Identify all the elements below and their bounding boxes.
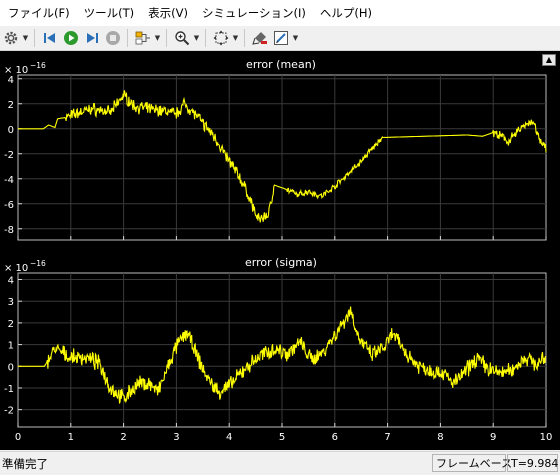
zoom-dropdown-icon[interactable]: ▼: [192, 28, 201, 48]
plot-axes: 43210-1-20 1 2 3 4 5 6 7 8 9 10: [4, 272, 553, 443]
y-exponent-power: −16: [30, 259, 46, 268]
zoom-icon[interactable]: [172, 28, 192, 48]
y-tick-label: 4: [8, 75, 14, 86]
toolbar-separator: [205, 29, 206, 47]
menu-view[interactable]: 表示(V): [141, 5, 195, 21]
toolbar-separator: [34, 29, 35, 47]
settings-dropdown-icon[interactable]: ▼: [21, 28, 30, 48]
fit-to-view-icon[interactable]: [211, 28, 231, 48]
y-exponent-power: −16: [30, 61, 46, 70]
y-tick-label: 3: [8, 297, 14, 308]
menu-file[interactable]: ファイル(F): [0, 5, 77, 21]
toolbar-separator: [127, 29, 128, 47]
gear-icon[interactable]: [1, 28, 21, 48]
scope-plot-canvas: error (mean) × 10 −16 error (sigma) × 10…: [4, 58, 553, 443]
plot-title: error (sigma): [245, 256, 317, 269]
x-tick-label: 10: [540, 432, 553, 443]
x-tick-label: 7: [384, 432, 390, 443]
status-bar: 準備完了 フレームベース T=9.984: [0, 451, 560, 475]
toolbar-separator: [244, 29, 245, 47]
y-tick-label: -6: [4, 200, 14, 211]
plot-axes: 4 2 0 -2 -4 -6 -8: [4, 74, 547, 241]
step-forward-icon[interactable]: [82, 28, 102, 48]
stop-icon[interactable]: [103, 28, 123, 48]
menu-tools[interactable]: ツール(T): [77, 5, 142, 21]
y-tick-label: -1: [4, 384, 14, 395]
style-dropdown-icon[interactable]: ▼: [291, 28, 300, 48]
y-tick-label: 2: [8, 100, 14, 111]
y-tick-label: 0: [8, 362, 14, 373]
x-tick-label: 3: [173, 432, 179, 443]
sample-mode-indicator: フレームベース: [432, 454, 512, 472]
x-tick-label: 4: [226, 432, 232, 443]
run-icon[interactable]: [61, 28, 81, 48]
x-tick-label: 5: [279, 432, 285, 443]
sim-time-indicator: T=9.984: [507, 454, 558, 472]
step-back-icon[interactable]: [40, 28, 60, 48]
plot-sigma: error (sigma) × 10 −16: [4, 256, 317, 274]
x-tick-label: 6: [332, 432, 338, 443]
status-text: 準備完了: [2, 457, 48, 471]
style-icon[interactable]: [271, 28, 291, 48]
y-tick-label: 0: [8, 125, 14, 136]
y-exponent-base: × 10: [4, 263, 28, 274]
scope-display: error (mean) × 10 −16 error (sigma) × 10…: [0, 51, 560, 450]
y-tick-label: -2: [4, 150, 14, 161]
toolbar: ▼ ▼ ▼ ▼ ▼: [0, 26, 560, 51]
toolbar-separator: [166, 29, 167, 47]
y-tick-label: 4: [8, 276, 14, 287]
signal-dropdown-icon[interactable]: ▼: [153, 28, 162, 48]
y-tick-label: 2: [8, 319, 14, 330]
highlight-icon[interactable]: [250, 28, 270, 48]
y-tick-label: -8: [4, 225, 14, 236]
undock-icon[interactable]: ▲: [542, 54, 556, 66]
plot-mean: error (mean) × 10 −16: [4, 58, 316, 76]
y-tick-label: -4: [4, 175, 14, 186]
menu-simulation[interactable]: シミュレーション(I): [195, 5, 313, 21]
y-tick-label: 1: [8, 341, 14, 352]
fit-dropdown-icon[interactable]: ▼: [231, 28, 240, 48]
plot-title: error (mean): [246, 58, 316, 71]
x-tick-label: 2: [120, 432, 126, 443]
x-tick-label: 8: [437, 432, 443, 443]
signal-tool-icon[interactable]: [133, 28, 153, 48]
x-tick-label: 0: [15, 432, 21, 443]
y-tick-label: -2: [4, 406, 14, 417]
x-tick-label: 1: [68, 432, 74, 443]
menu-help[interactable]: ヘルプ(H): [313, 5, 379, 21]
menu-bar: ファイル(F) ツール(T) 表示(V) シミュレーション(I) ヘルプ(H): [0, 0, 560, 26]
x-tick-label: 9: [490, 432, 496, 443]
